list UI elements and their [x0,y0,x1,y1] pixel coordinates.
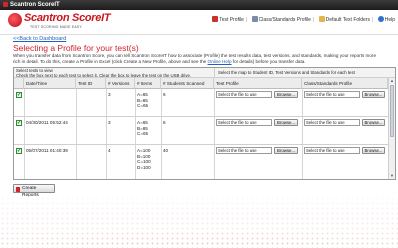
divider [24,89,25,179]
row-versions: 3 [108,92,111,97]
folder-icon [318,16,325,22]
row-versions: 4 [108,148,111,153]
column-header-items: # Items [135,78,161,89]
test-profile-browse-button[interactable]: Browse... [274,147,298,154]
row-items: A=100 B=100 C=100 D=100 [137,148,151,170]
online-help-link[interactable]: Online Help [208,59,232,64]
app-header: Scantron ScoreIT TEST SCORING MADE EASY … [0,10,398,35]
column-header-students-scanned: # Students Scanned [161,78,214,89]
row-students-scanned: 6 [163,120,166,125]
row-students-scanned: 40 [163,148,169,153]
class-profile-browse-button[interactable]: Browse... [362,119,385,126]
top-links: Test Profile | Class/Standards Profile | D… [209,16,395,23]
test-profile-link[interactable]: Test Profile [212,16,244,23]
test-profile-select[interactable]: Select the file to use [216,91,272,98]
test-profile-select[interactable]: Select the file to use [216,147,272,154]
column-header-datetime: Date/Time [24,78,76,89]
app-icon [3,2,8,7]
row-select-checkbox[interactable]: ✓ [16,120,22,126]
scroll-up-icon[interactable]: ▲ [389,78,395,84]
divider [161,89,162,179]
column-header-check [14,78,24,89]
row-divider [14,116,388,117]
column-header-versions: # Versions [106,78,135,89]
window-title: Scantron ScoreIT [10,2,60,8]
row-items: A=65 B=65 C=65 [137,120,149,136]
test-profile-browse-button[interactable]: Browse... [274,119,298,126]
divider [106,89,107,179]
default-text-folders-link[interactable]: Default Text Folders [318,16,370,23]
scroll-down-icon[interactable]: ▼ [389,173,395,179]
divider [214,89,215,179]
column-header-test-profile: Test Profile [214,78,302,89]
class-profile-browse-button[interactable]: Browse... [362,147,385,154]
divider [302,89,303,179]
row-students-scanned: 6 [163,92,166,97]
window-titlebar: Scantron ScoreIT [0,0,398,10]
column-header-test-id: Test ID [76,78,106,89]
test-selection-table: Select tests to view Check the box next … [13,67,396,180]
create-reports-button[interactable]: Create Reports [13,184,55,198]
table-scrollbar[interactable]: ▲ ▼ [388,78,395,179]
select-tests-header: Select tests to view Check the box next … [14,68,214,78]
row-items: A=65 B=65 C=65 [137,92,149,108]
scrollbar-thumb[interactable] [390,85,394,137]
test-profile-select[interactable]: Select the file to use [216,119,272,126]
background-fade [0,196,398,248]
row-select-checkbox[interactable]: ✓ [16,148,22,154]
logo-text: Scantron ScoreIT [24,12,111,24]
test-profile-browse-button[interactable]: Browse... [274,91,298,98]
instructions-text: When you transfer data from Scantron Sco… [13,53,377,64]
back-to-dashboard-link[interactable]: <<Back to Dashboard [13,36,66,42]
logo-tagline: TEST SCORING MADE EASY [30,25,82,29]
row-select-checkbox[interactable]: ✓ [16,92,22,98]
row-divider [14,144,388,145]
row-datetime: 04/30/2011 05:52:44 [26,120,68,125]
class-profile-icon [251,16,258,22]
row-datetime: 05/07/2011 01:40:39 [26,148,68,153]
class-profile-select[interactable]: Select the file to use [304,91,360,98]
report-icon [16,186,20,192]
column-header-class-standards-profile: Class/Standards Profile [302,78,388,89]
map-profiles-header: Select the map to Student ID, Test Versi… [214,68,395,78]
help-link[interactable]: Help [377,16,395,23]
class-profile-select[interactable]: Select the file to use [304,147,360,154]
class-profile-select[interactable]: Select the file to use [304,119,360,126]
class-standards-profile-link[interactable]: Class/Standards Profile [251,16,311,23]
class-profile-browse-button[interactable]: Browse... [362,91,385,98]
page-title: Selecting a Profile for your test(s) [13,43,139,53]
row-versions: 3 [108,120,111,125]
test-profile-icon [212,16,219,22]
help-icon [377,16,384,22]
divider [76,89,77,179]
scantron-logo-icon [8,13,22,27]
divider [135,89,136,179]
